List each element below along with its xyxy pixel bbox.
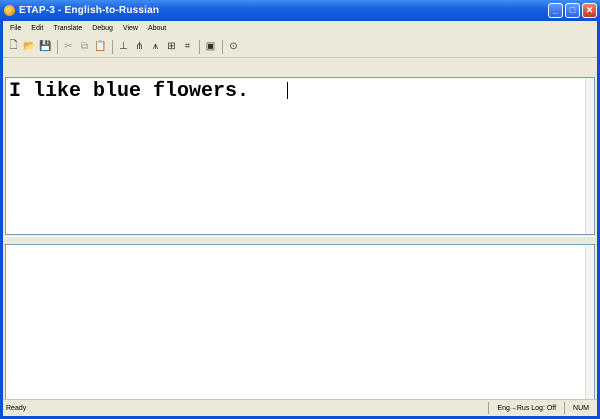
paste-icon[interactable]: 📋 [93, 39, 108, 54]
options-icon[interactable]: ▣ [203, 39, 218, 54]
menu-view[interactable]: View [118, 25, 143, 32]
status-mode: Eng→Rus Log: Off [488, 402, 564, 414]
rules-icon[interactable]: ⌗ [180, 39, 195, 54]
menu-debug[interactable]: Debug [87, 25, 118, 32]
toolbar-separator [222, 39, 223, 54]
source-scrollbar[interactable] [585, 78, 594, 234]
save-icon[interactable]: 💾 [38, 39, 53, 54]
menu-bar: File Edit Translate Debug View About [3, 21, 597, 36]
syntax-tree-icon[interactable]: ⋔ [132, 39, 147, 54]
translation-pane[interactable] [5, 244, 595, 400]
toolbar-separator [112, 39, 113, 54]
status-text: Ready [6, 404, 27, 412]
status-extra: NUM [564, 402, 597, 414]
text-caret [287, 82, 288, 99]
toolbar-separator [199, 39, 200, 54]
translate-icon[interactable]: ⊥ [116, 39, 131, 54]
menu-file[interactable]: File [5, 25, 26, 32]
menu-about[interactable]: About [143, 25, 171, 32]
toolbar-separator [57, 39, 58, 54]
help-icon[interactable]: ⊙ [226, 39, 241, 54]
cut-icon[interactable]: ✂ [61, 39, 76, 54]
maximize-button[interactable]: □ [565, 3, 580, 18]
menu-translate[interactable]: Translate [48, 25, 87, 32]
window-title: ETAP-3 - English-to-Russian [19, 5, 160, 16]
app-icon[interactable] [4, 5, 15, 16]
lexicon-icon[interactable]: ⊞ [164, 39, 179, 54]
close-button[interactable]: ✕ [582, 3, 597, 18]
toolbar: 🗋 📂 💾 ✂ ⧉ 📋 ⊥ ⋔ ⩚ ⊞ ⌗ ▣ ⊙ [3, 36, 597, 58]
app-window: ETAP-3 - English-to-Russian _ □ ✕ File E… [0, 0, 600, 419]
title-bar[interactable]: ETAP-3 - English-to-Russian _ □ ✕ [0, 0, 600, 21]
source-text[interactable]: I like blue flowers. [9, 80, 249, 103]
open-folder-icon[interactable]: 📂 [22, 39, 37, 54]
translation-scrollbar[interactable] [585, 245, 594, 399]
copy-icon[interactable]: ⧉ [77, 39, 92, 54]
minimize-button[interactable]: _ [548, 3, 563, 18]
source-text-pane[interactable]: I like blue flowers. [5, 77, 595, 235]
new-document-icon[interactable]: 🗋 [6, 39, 21, 54]
morphology-icon[interactable]: ⩚ [148, 39, 163, 54]
status-bar: Ready Eng→Rus Log: Off NUM [3, 399, 597, 416]
menu-edit[interactable]: Edit [26, 25, 48, 32]
window-controls: _ □ ✕ [548, 3, 597, 18]
